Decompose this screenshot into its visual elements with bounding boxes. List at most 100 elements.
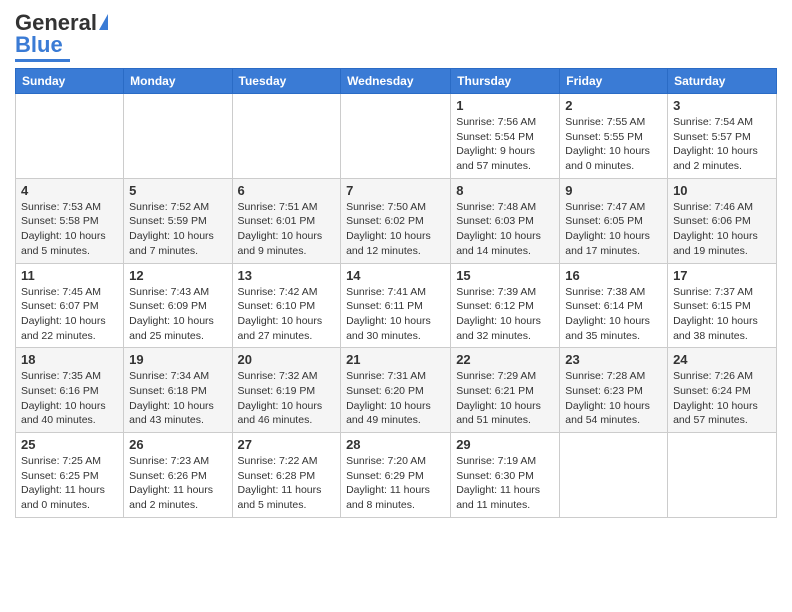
day-info: Sunrise: 7:25 AM Sunset: 6:25 PM Dayligh… [21, 454, 118, 513]
calendar-cell: 11 Sunrise: 7:45 AM Sunset: 6:07 PM Dayli… [16, 263, 124, 348]
day-info: Sunrise: 7:22 AM Sunset: 6:28 PM Dayligh… [238, 454, 336, 513]
day-number: 29 [456, 437, 554, 452]
calendar-cell: 20 Sunrise: 7:32 AM Sunset: 6:19 PM Dayli… [232, 348, 341, 433]
day-number: 8 [456, 183, 554, 198]
day-info: Sunrise: 7:34 AM Sunset: 6:18 PM Dayligh… [129, 369, 226, 428]
calendar-cell: 29 Sunrise: 7:19 AM Sunset: 6:30 PM Dayli… [451, 433, 560, 518]
day-number: 12 [129, 268, 226, 283]
calendar-cell: 28 Sunrise: 7:20 AM Sunset: 6:29 PM Dayli… [341, 433, 451, 518]
calendar-cell: 2 Sunrise: 7:55 AM Sunset: 5:55 PM Daylig… [560, 94, 668, 179]
day-info: Sunrise: 7:28 AM Sunset: 6:23 PM Dayligh… [565, 369, 662, 428]
calendar-cell: 6 Sunrise: 7:51 AM Sunset: 6:01 PM Daylig… [232, 178, 341, 263]
day-info: Sunrise: 7:29 AM Sunset: 6:21 PM Dayligh… [456, 369, 554, 428]
day-info: Sunrise: 7:45 AM Sunset: 6:07 PM Dayligh… [21, 285, 118, 344]
calendar-cell: 17 Sunrise: 7:37 AM Sunset: 6:15 PM Dayli… [668, 263, 777, 348]
day-number: 16 [565, 268, 662, 283]
day-number: 18 [21, 352, 118, 367]
day-number: 2 [565, 98, 662, 113]
day-info: Sunrise: 7:39 AM Sunset: 6:12 PM Dayligh… [456, 285, 554, 344]
day-number: 9 [565, 183, 662, 198]
calendar-cell: 23 Sunrise: 7:28 AM Sunset: 6:23 PM Dayli… [560, 348, 668, 433]
day-number: 10 [673, 183, 771, 198]
calendar-cell [560, 433, 668, 518]
day-number: 23 [565, 352, 662, 367]
day-number: 26 [129, 437, 226, 452]
day-number: 28 [346, 437, 445, 452]
day-number: 17 [673, 268, 771, 283]
calendar-week-1: 1Sunrise: 7:56 AM Sunset: 5:54 PM Daylig… [16, 94, 777, 179]
day-number: 22 [456, 352, 554, 367]
calendar-cell [124, 94, 232, 179]
calendar-cell: 24 Sunrise: 7:26 AM Sunset: 6:24 PM Dayli… [668, 348, 777, 433]
day-info: Sunrise: 7:31 AM Sunset: 6:20 PM Dayligh… [346, 369, 445, 428]
day-number: 3 [673, 98, 771, 113]
day-info: Sunrise: 7:48 AM Sunset: 6:03 PM Dayligh… [456, 200, 554, 259]
logo-blue: Blue [15, 32, 63, 58]
day-info: Sunrise: 7:55 AM Sunset: 5:55 PM Dayligh… [565, 115, 662, 174]
day-number: 25 [21, 437, 118, 452]
day-info: Sunrise: 7:46 AM Sunset: 6:06 PM Dayligh… [673, 200, 771, 259]
day-number: 24 [673, 352, 771, 367]
calendar-cell: 15 Sunrise: 7:39 AM Sunset: 6:12 PM Dayli… [451, 263, 560, 348]
day-info: Sunrise: 7:50 AM Sunset: 6:02 PM Dayligh… [346, 200, 445, 259]
calendar-table: SundayMondayTuesdayWednesdayThursdayFrid… [15, 68, 777, 518]
day-info: Sunrise: 7:26 AM Sunset: 6:24 PM Dayligh… [673, 369, 771, 428]
day-number: 13 [238, 268, 336, 283]
calendar-header-row: SundayMondayTuesdayWednesdayThursdayFrid… [16, 69, 777, 94]
day-info: Sunrise: 7:32 AM Sunset: 6:19 PM Dayligh… [238, 369, 336, 428]
day-number: 5 [129, 183, 226, 198]
calendar-cell: 10 Sunrise: 7:46 AM Sunset: 6:06 PM Dayli… [668, 178, 777, 263]
column-header-thursday: Thursday [451, 69, 560, 94]
calendar-week-4: 18 Sunrise: 7:35 AM Sunset: 6:16 PM Dayli… [16, 348, 777, 433]
day-number: 27 [238, 437, 336, 452]
column-header-sunday: Sunday [16, 69, 124, 94]
day-number: 15 [456, 268, 554, 283]
column-header-friday: Friday [560, 69, 668, 94]
column-header-saturday: Saturday [668, 69, 777, 94]
calendar-cell: 26 Sunrise: 7:23 AM Sunset: 6:26 PM Dayli… [124, 433, 232, 518]
calendar-cell [232, 94, 341, 179]
day-info: Sunrise: 7:23 AM Sunset: 6:26 PM Dayligh… [129, 454, 226, 513]
day-info: Sunrise: 7:41 AM Sunset: 6:11 PM Dayligh… [346, 285, 445, 344]
calendar-cell: 9 Sunrise: 7:47 AM Sunset: 6:05 PM Daylig… [560, 178, 668, 263]
day-info: Sunrise: 7:43 AM Sunset: 6:09 PM Dayligh… [129, 285, 226, 344]
day-number: 7 [346, 183, 445, 198]
calendar-cell: 8 Sunrise: 7:48 AM Sunset: 6:03 PM Daylig… [451, 178, 560, 263]
calendar-cell: 7 Sunrise: 7:50 AM Sunset: 6:02 PM Daylig… [341, 178, 451, 263]
day-number: 20 [238, 352, 336, 367]
day-info: Sunrise: 7:38 AM Sunset: 6:14 PM Dayligh… [565, 285, 662, 344]
calendar-cell: 12 Sunrise: 7:43 AM Sunset: 6:09 PM Dayli… [124, 263, 232, 348]
calendar-cell: 19 Sunrise: 7:34 AM Sunset: 6:18 PM Dayli… [124, 348, 232, 433]
day-info: Sunrise: 7:52 AM Sunset: 5:59 PM Dayligh… [129, 200, 226, 259]
page-header: General Blue [15, 10, 777, 62]
calendar-cell [668, 433, 777, 518]
day-info: Sunrise: 7:53 AM Sunset: 5:58 PM Dayligh… [21, 200, 118, 259]
day-number: 4 [21, 183, 118, 198]
column-header-wednesday: Wednesday [341, 69, 451, 94]
calendar-week-2: 4 Sunrise: 7:53 AM Sunset: 5:58 PM Daylig… [16, 178, 777, 263]
calendar-cell: 21Sunrise: 7:31 AM Sunset: 6:20 PM Dayli… [341, 348, 451, 433]
day-info: Sunrise: 7:51 AM Sunset: 6:01 PM Dayligh… [238, 200, 336, 259]
day-number: 6 [238, 183, 336, 198]
day-info: Sunrise: 7:20 AM Sunset: 6:29 PM Dayligh… [346, 454, 445, 513]
day-number: 19 [129, 352, 226, 367]
calendar-cell: 25 Sunrise: 7:25 AM Sunset: 6:25 PM Dayli… [16, 433, 124, 518]
calendar-cell: 5 Sunrise: 7:52 AM Sunset: 5:59 PM Daylig… [124, 178, 232, 263]
column-header-monday: Monday [124, 69, 232, 94]
calendar-cell: 3 Sunrise: 7:54 AM Sunset: 5:57 PM Daylig… [668, 94, 777, 179]
day-number: 11 [21, 268, 118, 283]
logo: General Blue [15, 10, 108, 62]
calendar-cell: 18 Sunrise: 7:35 AM Sunset: 6:16 PM Dayli… [16, 348, 124, 433]
calendar-cell [341, 94, 451, 179]
calendar-week-3: 11 Sunrise: 7:45 AM Sunset: 6:07 PM Dayli… [16, 263, 777, 348]
day-info: Sunrise: 7:19 AM Sunset: 6:30 PM Dayligh… [456, 454, 554, 513]
calendar-cell: 27 Sunrise: 7:22 AM Sunset: 6:28 PM Dayli… [232, 433, 341, 518]
day-info: Sunrise: 7:54 AM Sunset: 5:57 PM Dayligh… [673, 115, 771, 174]
calendar-cell: 22 Sunrise: 7:29 AM Sunset: 6:21 PM Dayli… [451, 348, 560, 433]
calendar-cell: 16 Sunrise: 7:38 AM Sunset: 6:14 PM Dayli… [560, 263, 668, 348]
day-info: Sunrise: 7:37 AM Sunset: 6:15 PM Dayligh… [673, 285, 771, 344]
day-info: Sunrise: 7:35 AM Sunset: 6:16 PM Dayligh… [21, 369, 118, 428]
day-info: Sunrise: 7:47 AM Sunset: 6:05 PM Dayligh… [565, 200, 662, 259]
calendar-cell: 14Sunrise: 7:41 AM Sunset: 6:11 PM Dayli… [341, 263, 451, 348]
day-number: 1 [456, 98, 554, 113]
